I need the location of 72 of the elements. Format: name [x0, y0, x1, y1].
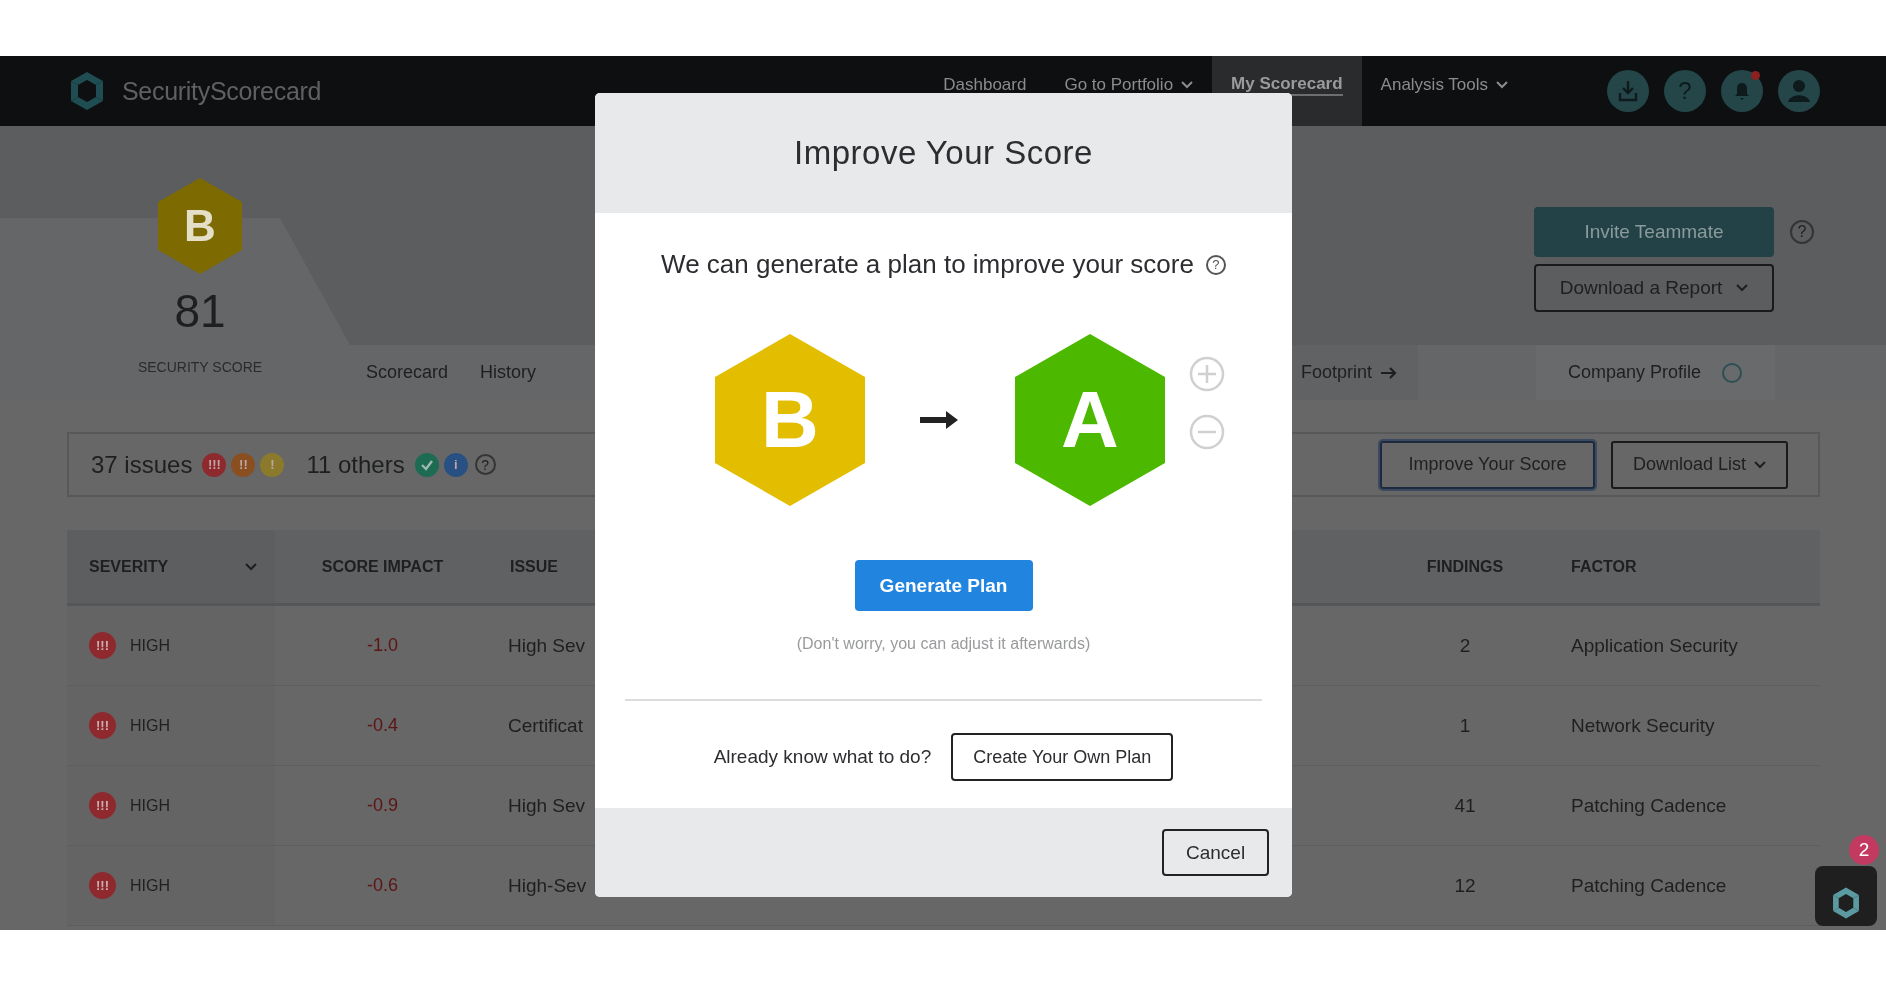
issue-name: High Sev — [508, 634, 586, 657]
generate-plan-button[interactable]: Generate Plan — [854, 560, 1033, 611]
sort-icon[interactable] — [245, 562, 257, 571]
issue-count: 37 issues — [91, 450, 193, 479]
chat-widget[interactable] — [1815, 866, 1877, 926]
issue-name: High-Sev — [508, 874, 587, 897]
tab[interactable]: Company Profile — [1536, 345, 1775, 400]
chevron-icon — [1736, 284, 1749, 292]
others-count: 11 others — [306, 450, 405, 479]
hint-text: (Don't worry, you can adjust it afterwards) — [796, 635, 1091, 653]
prompt-text: We can generate a plan to improve your score — [661, 249, 1194, 280]
improve-score-button[interactable]: Improve Your Score — [1379, 440, 1595, 489]
findings-count: 1 — [1459, 714, 1471, 737]
arrow-right-icon — [1380, 365, 1398, 380]
score-impact: -0.6 — [367, 875, 398, 896]
severity-badge: i — [443, 452, 468, 477]
factor-name: Network Security — [1571, 714, 1715, 737]
severity-badge: !!! — [202, 452, 227, 477]
download-list-dropdown[interactable]: Download List — [1610, 440, 1788, 489]
nav-link[interactable]: Analysis Tools — [1361, 56, 1527, 126]
minus-icon[interactable] — [1189, 414, 1225, 450]
severity-label: HIGH — [130, 636, 170, 655]
column-header: SCORE IMPACT — [321, 557, 444, 576]
column-header[interactable]: SEVERITY — [89, 557, 169, 576]
tab[interactable]: Scorecard — [350, 345, 465, 400]
nav-link[interactable]: Go to Portfolio — [1045, 56, 1213, 126]
factor-name: Application Security — [1571, 634, 1738, 657]
severity-badge: !!! — [89, 632, 116, 659]
issue-name: High Sev — [508, 794, 586, 817]
download-icon[interactable] — [1607, 70, 1649, 112]
severity-badge: !!! — [89, 712, 116, 739]
circle-icon — [1721, 361, 1744, 384]
invite-button[interactable]: Invite Teammate — [1534, 207, 1774, 257]
issue-name: Certificat — [508, 714, 583, 737]
cancel-button[interactable]: Cancel — [1162, 829, 1269, 876]
score-impact: -1.0 — [367, 635, 398, 656]
severity-label: HIGH — [130, 796, 170, 815]
tab[interactable]: Footprint — [1290, 345, 1418, 400]
severity-badge: ! — [260, 452, 285, 477]
help-icon[interactable]: ? — [474, 454, 496, 475]
grade-badge: A — [1015, 334, 1165, 506]
severity-badge: !! — [231, 452, 256, 477]
plus-icon[interactable] — [1189, 356, 1225, 392]
modal-title: Improve Your Score — [794, 134, 1093, 172]
count-badge: 2 — [1849, 835, 1879, 865]
column-header: ISSUE — [510, 557, 558, 576]
severity-badge: !!! — [89, 872, 116, 899]
alt-prompt: Already know what to do? — [713, 746, 932, 768]
score-impact: -0.9 — [367, 795, 398, 816]
arrow-right-icon — [920, 408, 960, 432]
factor-name: Patching Cadence — [1571, 794, 1727, 817]
findings-count: 2 — [1459, 634, 1471, 657]
score-value: 81 — [174, 284, 226, 338]
report-dropdown[interactable]: Download a Report — [1534, 264, 1774, 312]
help-icon[interactable]: ? — [1205, 254, 1226, 275]
factor-name: Patching Cadence — [1571, 874, 1727, 897]
column-header: FINDINGS — [1426, 557, 1504, 576]
severity-label: HIGH — [130, 876, 170, 895]
help-icon[interactable]: ? — [1790, 220, 1814, 244]
bell-icon[interactable] — [1721, 70, 1763, 112]
grade-badge: B — [715, 334, 865, 506]
findings-count: 12 — [1454, 874, 1476, 897]
column-header: FACTOR — [1571, 557, 1637, 576]
score-impact: -0.4 — [367, 715, 398, 736]
findings-count: 41 — [1454, 794, 1476, 817]
user-avatar-icon[interactable] — [1778, 70, 1820, 112]
create-plan-button[interactable]: Create Your Own Plan — [951, 733, 1174, 781]
help-icon[interactable]: ? — [1664, 70, 1706, 112]
tab[interactable]: History — [464, 345, 553, 400]
severity-label: HIGH — [130, 716, 170, 735]
brand-name: SecurityScorecard — [122, 76, 322, 106]
severity-badge: !!! — [89, 792, 116, 819]
